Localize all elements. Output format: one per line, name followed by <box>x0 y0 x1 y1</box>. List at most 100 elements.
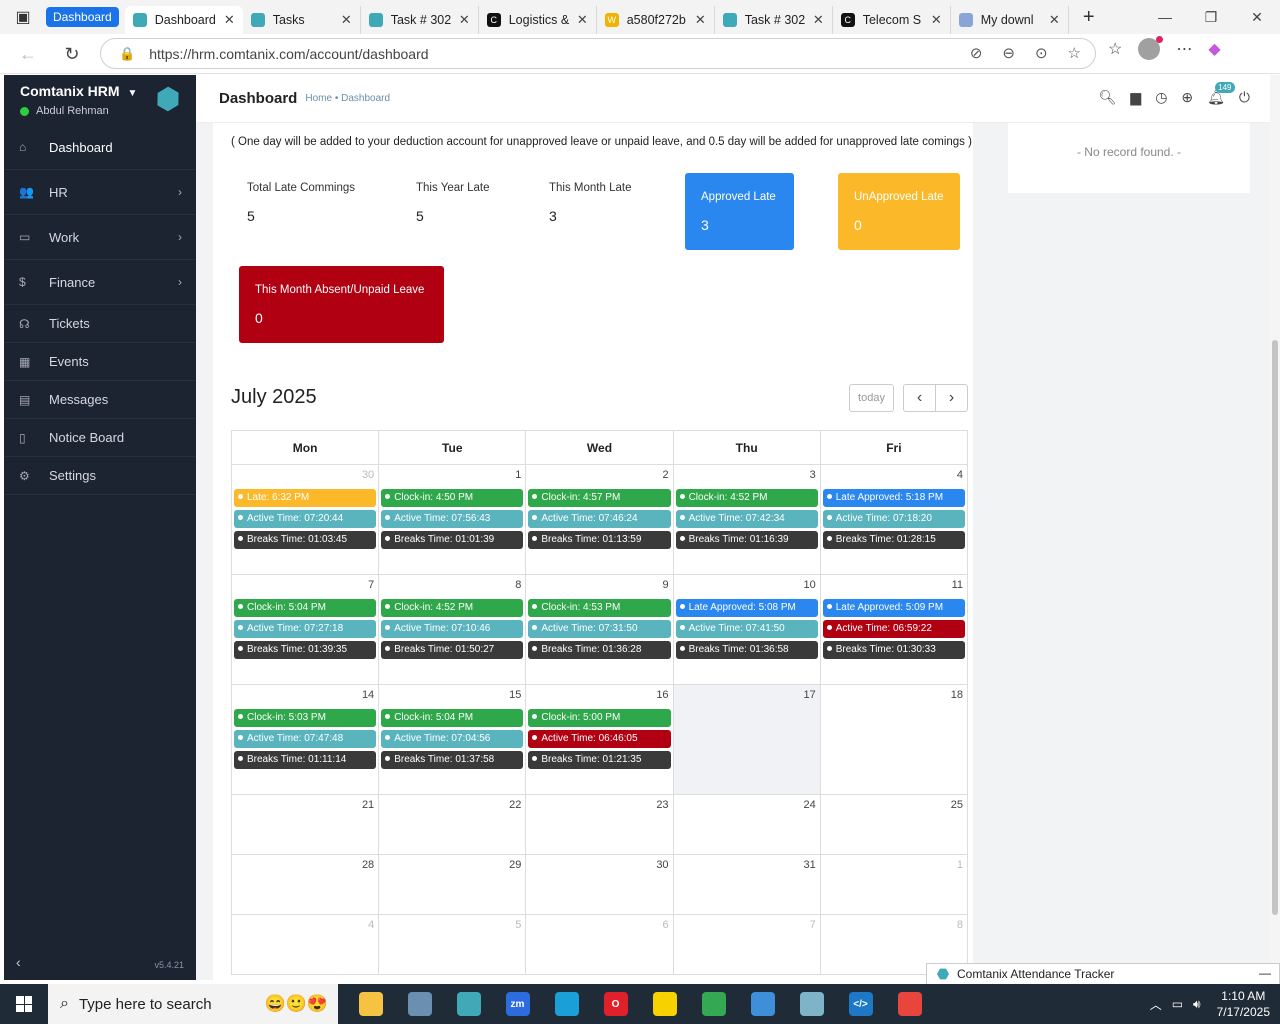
calendar-event[interactable]: Breaks Time: 01:36:28 <box>528 641 671 659</box>
profile-avatar[interactable] <box>1138 36 1164 60</box>
calendar-event[interactable]: Active Time: 07:41:50 <box>675 620 818 638</box>
calendar-day[interactable]: 6 <box>525 914 674 975</box>
browser-tab[interactable]: Task # 302 ✕ <box>715 6 833 34</box>
calendar-event[interactable]: Late Approved: 5:08 PM <box>675 599 818 617</box>
taskbar-app[interactable] <box>689 984 738 1024</box>
calendar-event[interactable]: Clock-in: 5:00 PM <box>528 709 671 727</box>
calendar-event[interactable]: Breaks Time: 01:30:33 <box>822 641 965 659</box>
sticky-note-icon[interactable]: ▆ <box>1130 89 1141 106</box>
close-tab-icon[interactable]: ✕ <box>695 12 706 28</box>
search-icon[interactable]: 🔍︎ <box>1099 89 1117 106</box>
restore-icon[interactable]: ❐ <box>1188 0 1234 34</box>
favorite-star-icon[interactable]: ☆ <box>1068 44 1081 62</box>
calendar-event[interactable]: Breaks Time: 01:36:58 <box>675 641 818 659</box>
taskbar-app[interactable]: zm <box>493 984 542 1024</box>
calendar-day[interactable]: 10 Late Approved: 5:08 PM Active Time: 07:… <box>672 574 821 685</box>
calendar-event[interactable]: Clock-in: 4:50 PM <box>381 489 524 507</box>
bell-icon[interactable]: 🔔︎ 149 <box>1207 82 1235 106</box>
calendar-day[interactable]: 31 <box>672 854 821 915</box>
sidebar-item-dashboard[interactable]: ⌂ Dashboard <box>4 125 196 170</box>
sidebar-item-events[interactable]: ▦ Events <box>4 343 196 381</box>
calendar-day[interactable]: 18 <box>819 684 969 795</box>
close-tab-icon[interactable]: ✕ <box>931 12 942 28</box>
sidebar-item-settings[interactable]: ⚙ Settings <box>4 457 196 495</box>
scrollbar-thumb[interactable] <box>1272 340 1278 915</box>
calendar-event[interactable]: Breaks Time: 01:01:39 <box>381 531 524 549</box>
calendar-event[interactable]: Active Time: 07:46:24 <box>528 510 671 528</box>
browser-tab[interactable]: C Telecom S ✕ <box>833 6 951 34</box>
tracking-icon[interactable]: ⊘ <box>970 44 983 62</box>
taskbar-app[interactable] <box>542 984 591 1024</box>
network-icon[interactable]: ▭ <box>1172 997 1183 1011</box>
browser-tab[interactable]: C Logistics & ✕ <box>479 6 597 34</box>
calendar-event[interactable]: Breaks Time: 01:11:14 <box>234 751 377 769</box>
attendance-tracker-window[interactable]: Comtanix Attendance Tracker — <box>926 963 1280 985</box>
calendar-event[interactable]: Active Time: 07:18:20 <box>822 510 965 528</box>
calendar-day[interactable]: 4 Late Approved: 5:18 PM Active Time: 07:1… <box>819 464 969 575</box>
sidebar-item-tickets[interactable]: ☊ Tickets <box>4 305 196 343</box>
calendar-event[interactable]: Active Time: 07:20:44 <box>234 510 377 528</box>
emoji-decoration-icon[interactable]: 😄🙂😍 <box>264 994 328 1014</box>
calendar-day[interactable]: 4 <box>230 914 380 975</box>
tracker-minimize-icon[interactable]: — <box>1259 966 1271 980</box>
calendar-event[interactable]: Clock-in: 4:57 PM <box>528 489 671 507</box>
zoom-out-icon[interactable]: ⊖ <box>1002 44 1015 62</box>
taskbar-app[interactable] <box>395 984 444 1024</box>
calendar-event[interactable]: Clock-in: 5:04 PM <box>381 709 524 727</box>
calendar-day[interactable]: 7 Clock-in: 5:04 PM Active Time: 07:27:18 B… <box>230 574 380 685</box>
url-text[interactable]: https://hrm.comtanix.com/account/dashboa… <box>149 46 428 62</box>
calendar-day[interactable]: 3 Clock-in: 4:52 PM Active Time: 07:42:34 B… <box>672 464 821 575</box>
calendar-day[interactable]: 23 <box>525 794 674 855</box>
next-month-button[interactable]: › <box>935 384 968 412</box>
calendar-event[interactable]: Breaks Time: 01:16:39 <box>675 531 818 549</box>
read-aloud-icon[interactable]: ⊙ <box>1035 44 1048 62</box>
calendar-day[interactable]: 24 <box>672 794 821 855</box>
calendar-day[interactable]: 11 Late Approved: 5:09 PM Active Time: 06:… <box>819 574 969 685</box>
taskbar-search[interactable]: ⌕ Type here to search 😄🙂😍 <box>48 984 338 1024</box>
approved-late-box[interactable]: Approved Late 3 <box>685 173 794 250</box>
browser-tab[interactable]: Tasks ✕ <box>243 6 361 34</box>
calendar-event[interactable]: Active Time: 07:42:34 <box>675 510 818 528</box>
browser-tab[interactable]: Task # 302 ✕ <box>361 6 479 34</box>
calendar-event[interactable]: Breaks Time: 01:28:15 <box>822 531 965 549</box>
calendar-day[interactable]: 8 Clock-in: 4:52 PM Active Time: 07:10:46 B… <box>378 574 527 685</box>
calendar-day[interactable]: 29 <box>378 854 527 915</box>
minimize-icon[interactable]: — <box>1142 0 1188 34</box>
calendar-event[interactable]: Active Time: 07:27:18 <box>234 620 377 638</box>
taskbar-app[interactable] <box>885 984 934 1024</box>
calendar-day[interactable]: 14 Clock-in: 5:03 PM Active Time: 07:47:48… <box>230 684 380 795</box>
page-scrollbar[interactable] <box>1270 75 1280 980</box>
taskbar-app[interactable] <box>346 984 395 1024</box>
sidebar-item-hr[interactable]: 👥 HR › <box>4 170 196 215</box>
calendar-event[interactable]: Active Time: 07:04:56 <box>381 730 524 748</box>
tab-group-label[interactable]: Dashboard <box>46 7 119 27</box>
calendar-event[interactable]: Clock-in: 4:52 PM <box>381 599 524 617</box>
brand-name[interactable]: Comtanix HRM <box>20 83 120 99</box>
taskbar-app[interactable] <box>738 984 787 1024</box>
volume-icon[interactable]: 🔊︎ <box>1193 997 1201 1012</box>
close-tab-icon[interactable]: ✕ <box>577 12 588 28</box>
chevron-down-icon[interactable]: ▼ <box>127 88 137 99</box>
close-tab-icon[interactable]: ✕ <box>1049 12 1060 28</box>
taskbar-app[interactable]: </> <box>836 984 885 1024</box>
back-arrow-icon[interactable]: ← <box>10 36 46 72</box>
copilot-icon[interactable]: ◆ <box>1208 39 1220 59</box>
more-menu-icon[interactable]: ⋯ <box>1176 39 1192 59</box>
calendar-day[interactable]: 5 <box>378 914 527 975</box>
reload-icon[interactable]: ↻ <box>54 36 90 72</box>
tab-actions-icon[interactable]: ▣ <box>0 0 46 34</box>
power-icon[interactable]: ⏻ <box>1239 89 1250 106</box>
sidebar-item-messages[interactable]: ▤ Messages <box>4 381 196 419</box>
calendar-day[interactable]: 30 Late: 6:32 PM Active Time: 07:20:44 Brea… <box>230 464 380 575</box>
close-window-icon[interactable]: ✕ <box>1234 0 1280 34</box>
calendar-day[interactable]: 9 Clock-in: 4:53 PM Active Time: 07:31:50 B… <box>525 574 674 685</box>
lock-icon[interactable]: 🔒 <box>119 46 135 62</box>
calendar-event[interactable]: Breaks Time: 01:21:35 <box>528 751 671 769</box>
url-bar[interactable]: 🔒 https://hrm.comtanix.com/account/dashb… <box>100 38 1096 69</box>
calendar-day[interactable]: 30 <box>525 854 674 915</box>
calendar-day[interactable]: 1 <box>819 854 969 915</box>
sidebar-item-finance[interactable]: $ Finance › <box>4 260 196 305</box>
calendar-event[interactable]: Clock-in: 5:04 PM <box>234 599 377 617</box>
calendar-event[interactable]: Breaks Time: 01:13:59 <box>528 531 671 549</box>
close-tab-icon[interactable]: ✕ <box>224 12 235 28</box>
